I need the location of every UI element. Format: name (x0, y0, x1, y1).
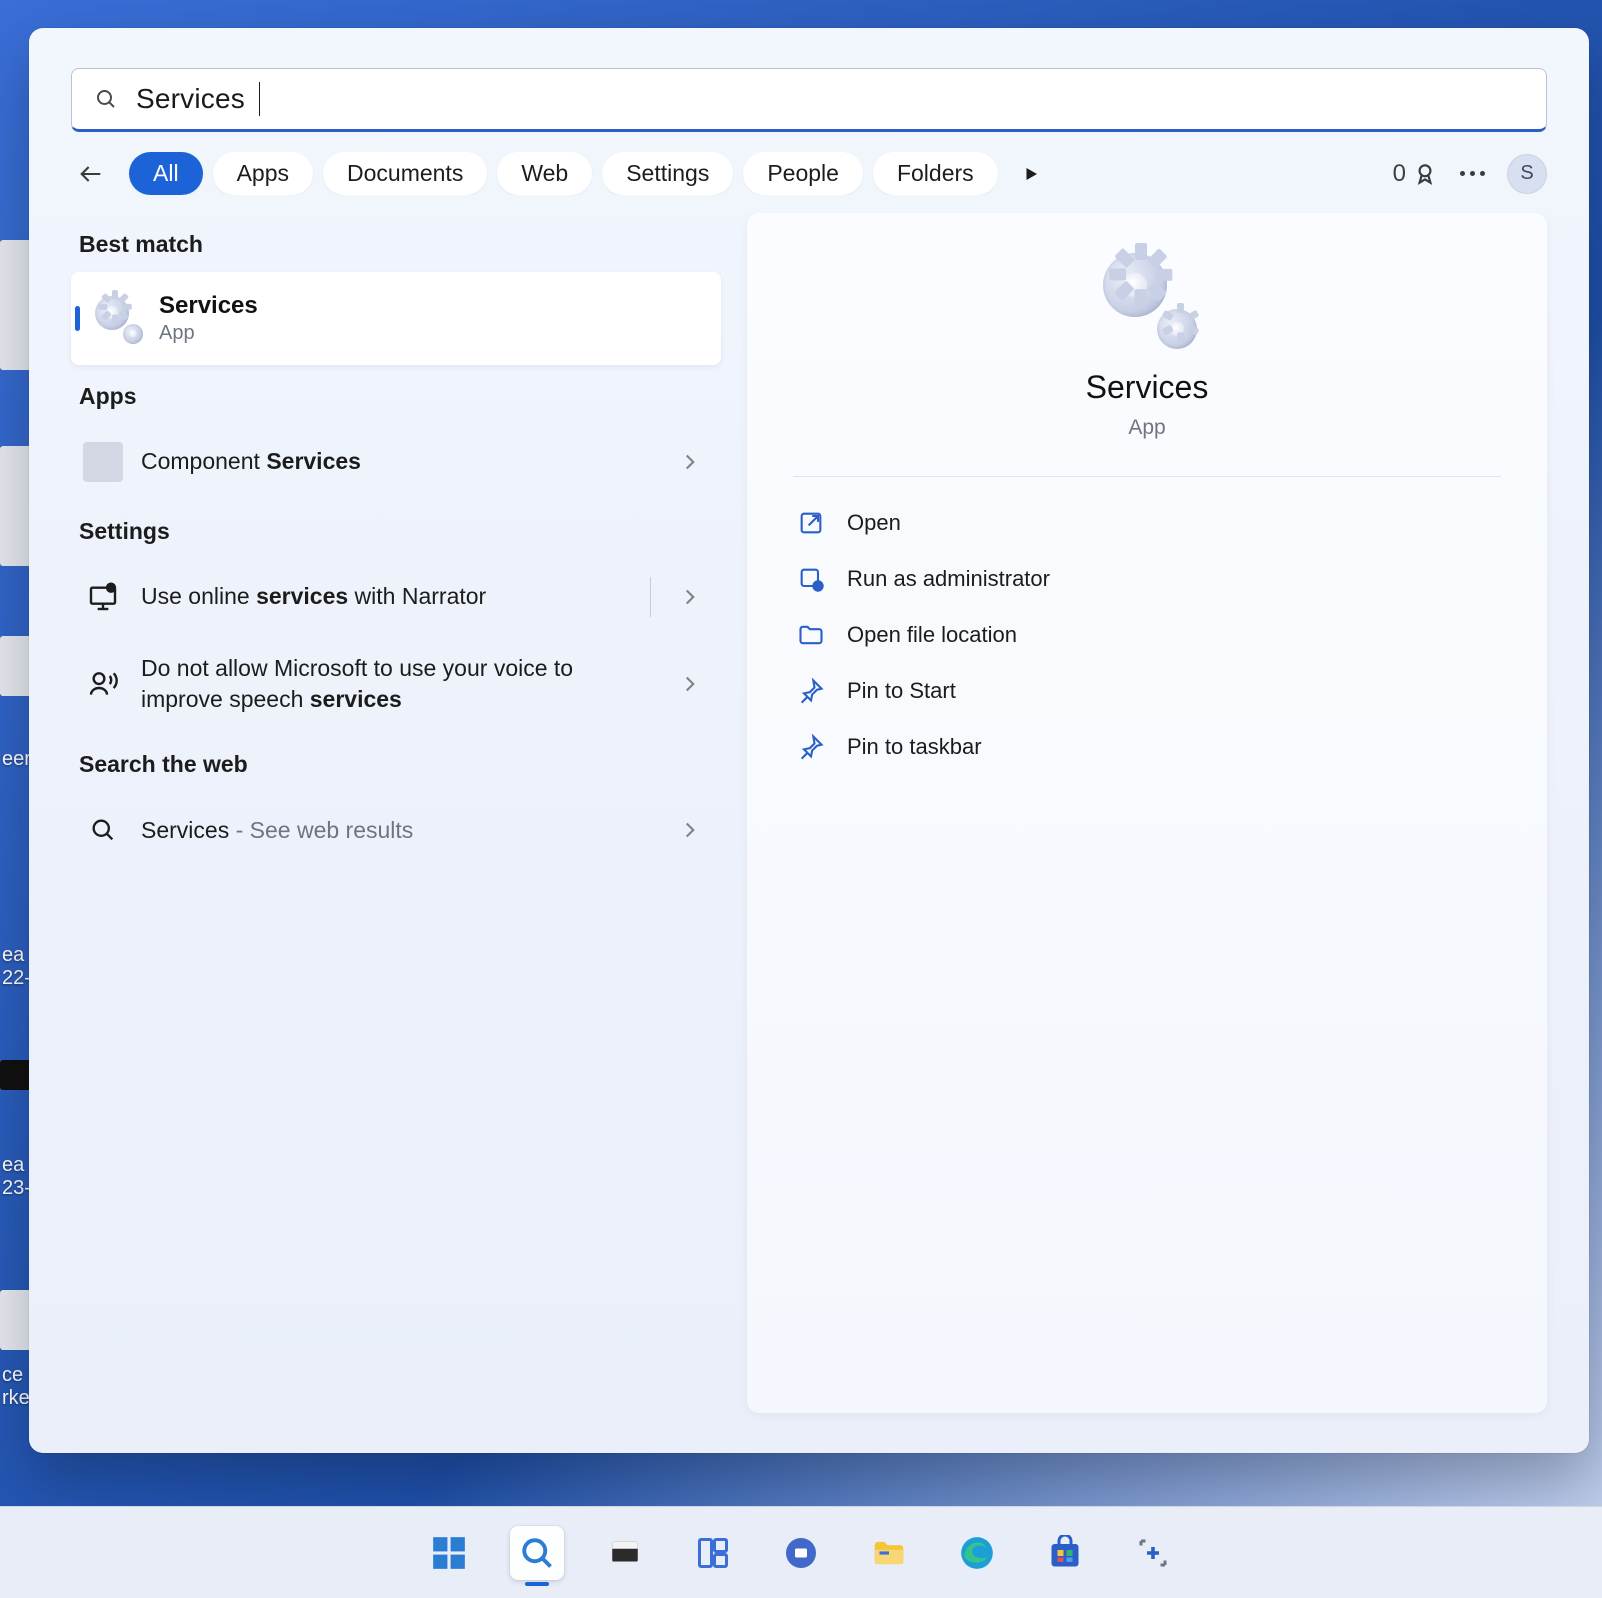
result-label: Use online services with Narrator (141, 581, 659, 612)
action-run-admin[interactable]: Run as administrator (793, 551, 1501, 607)
search-filter-tabs: All Apps Documents Web Settings People F… (129, 152, 998, 195)
open-icon (797, 509, 825, 537)
action-pin-start[interactable]: Pin to Start (793, 663, 1501, 719)
task-view-button[interactable] (598, 1526, 652, 1580)
tab-apps[interactable]: Apps (213, 152, 313, 195)
action-label: Pin to taskbar (847, 734, 982, 760)
action-pin-taskbar[interactable]: Pin to taskbar (793, 719, 1501, 775)
result-component-services[interactable]: Component Services (71, 424, 721, 500)
search-filter-row: All Apps Documents Web Settings People F… (29, 152, 1589, 213)
result-narrator-services[interactable]: Use online services with Narrator (71, 559, 721, 635)
search-icon (94, 87, 118, 111)
search-input[interactable]: Services (71, 68, 1547, 132)
tabs-scroll-right[interactable] (1014, 157, 1048, 191)
folder-icon (870, 1534, 908, 1572)
pin-icon (797, 677, 825, 705)
search-button[interactable] (510, 1526, 564, 1580)
tab-all[interactable]: All (129, 152, 203, 195)
search-value: Services (136, 83, 245, 115)
action-label: Run as administrator (847, 566, 1050, 592)
file-explorer-button[interactable] (862, 1526, 916, 1580)
chevron-right-icon (677, 584, 703, 610)
snipping-tool-button[interactable] (1126, 1526, 1180, 1580)
result-label: Do not allow Microsoft to use your voice… (141, 653, 659, 715)
tab-documents[interactable]: Documents (323, 152, 487, 195)
store-icon (1047, 1535, 1083, 1571)
search-header-right: 0 S (1393, 154, 1547, 194)
chat-button[interactable] (774, 1526, 828, 1580)
user-avatar[interactable]: S (1507, 154, 1547, 194)
result-label: Services - See web results (141, 815, 659, 846)
desktop-label: eer (2, 748, 31, 771)
tab-folders[interactable]: Folders (873, 152, 998, 195)
desktop-label: ea 22- (2, 944, 31, 990)
gears-icon (1101, 253, 1193, 345)
folder-icon (797, 621, 825, 649)
play-icon (1022, 165, 1040, 183)
tab-people[interactable]: People (743, 152, 863, 195)
result-label: Component Services (141, 446, 659, 477)
chevron-right-icon (677, 449, 703, 475)
text-caret (259, 82, 260, 116)
heading-apps: Apps (79, 383, 721, 410)
store-button[interactable] (1038, 1526, 1092, 1580)
preview-pane: Services App Open Run as administrator O… (747, 213, 1547, 1413)
search-row: Services (29, 28, 1589, 152)
action-open[interactable]: Open (793, 495, 1501, 551)
preview-subtitle: App (1128, 416, 1165, 440)
search-icon (83, 810, 123, 850)
gears-icon (95, 296, 141, 342)
arrow-left-icon (77, 160, 105, 188)
pin-icon (797, 733, 825, 761)
result-web-services[interactable]: Services - See web results (71, 792, 721, 868)
best-match-subtitle: App (159, 322, 258, 345)
back-button[interactable] (71, 154, 111, 194)
chevron-right-icon (677, 817, 703, 843)
monitor-icon (83, 577, 123, 617)
tab-web[interactable]: Web (497, 152, 592, 195)
chevron-right-icon (677, 671, 703, 697)
edge-button[interactable] (950, 1526, 1004, 1580)
start-search-panel: Services All Apps Documents Web Settings… (29, 28, 1589, 1453)
rewards-points[interactable]: 0 (1393, 160, 1438, 188)
points-value: 0 (1393, 160, 1406, 188)
widgets-button[interactable] (686, 1526, 740, 1580)
shield-admin-icon (797, 565, 825, 593)
result-speech-services[interactable]: Do not allow Microsoft to use your voice… (71, 635, 721, 733)
desktop-label: ce rke (2, 1364, 30, 1410)
medal-icon (1412, 161, 1438, 187)
snip-icon (1135, 1535, 1171, 1571)
search-icon (519, 1535, 555, 1571)
results-column: Best match Services App Apps Component S… (71, 213, 721, 1413)
best-match-result[interactable]: Services App (71, 272, 721, 365)
more-options-button[interactable] (1460, 171, 1485, 176)
action-label: Pin to Start (847, 678, 956, 704)
separator (650, 577, 651, 617)
preview-hero: Services App (793, 253, 1501, 477)
action-label: Open (847, 510, 901, 536)
desktop-label: ea 23- (2, 1154, 31, 1200)
action-label: Open file location (847, 622, 1017, 648)
app-icon (83, 442, 123, 482)
widgets-icon (695, 1535, 731, 1571)
voice-icon (83, 664, 123, 704)
heading-best-match: Best match (79, 231, 721, 258)
heading-web: Search the web (79, 751, 721, 778)
windows-icon (430, 1534, 468, 1572)
action-open-location[interactable]: Open file location (793, 607, 1501, 663)
edge-icon (958, 1534, 996, 1572)
chat-icon (783, 1535, 819, 1571)
best-match-title: Services (159, 292, 258, 320)
task-view-icon (608, 1536, 642, 1570)
preview-title: Services (1086, 369, 1209, 406)
start-button[interactable] (422, 1526, 476, 1580)
tab-settings[interactable]: Settings (602, 152, 733, 195)
heading-settings: Settings (79, 518, 721, 545)
taskbar (0, 1506, 1602, 1598)
